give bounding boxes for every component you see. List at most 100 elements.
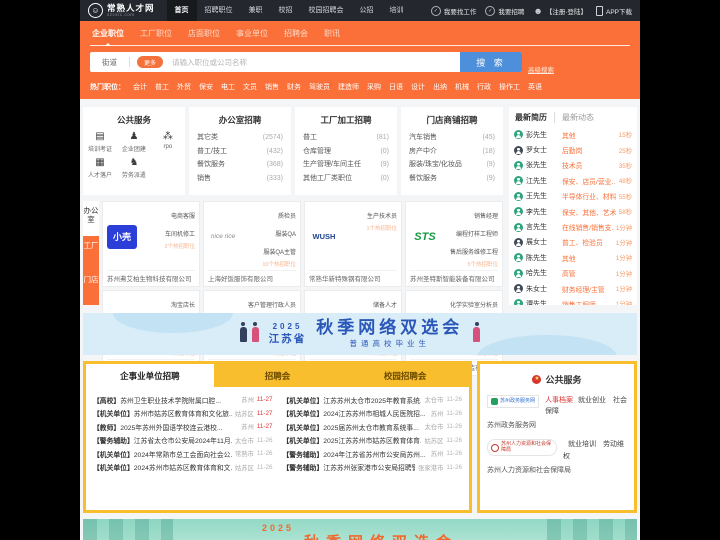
- news-link[interactable]: 【机关单位】2024苏州市姑苏区教育体育和文...: [93, 462, 232, 472]
- job-type-tab[interactable]: 事业单位: [236, 28, 268, 39]
- hot-job-link[interactable]: 文员: [243, 82, 257, 92]
- job-type-tab[interactable]: 职讯: [324, 28, 340, 39]
- resume-job-link[interactable]: 高管: [562, 268, 613, 278]
- resume-job-link[interactable]: 在线销售/销售支...: [562, 222, 613, 232]
- news-tab[interactable]: 企事业单位招聘: [86, 364, 214, 387]
- news-link[interactable]: 【机关单位】苏州市姑苏区教育体育和文化旅...: [93, 408, 232, 418]
- resume-tab[interactable]: 最新动态: [554, 112, 594, 123]
- job-type-tab[interactable]: 企业职位: [92, 28, 124, 46]
- service-item[interactable]: rpo: [151, 131, 185, 153]
- hot-job-link[interactable]: 操作工: [499, 82, 520, 92]
- topbar-nav-item[interactable]: 招聘职位: [197, 0, 241, 21]
- topbar-nav-item[interactable]: 兼职: [241, 0, 271, 21]
- job-type-tab[interactable]: 店面职位: [188, 28, 220, 39]
- news-link[interactable]: 【机关单位】2024江苏苏州市相城人民医院招...: [283, 408, 428, 418]
- topbar-nav-item[interactable]: 校招: [271, 0, 301, 21]
- service-item[interactable]: 劳务派遣: [117, 157, 151, 179]
- service-links[interactable]: 就业培训 劳动维权: [563, 441, 624, 459]
- company-card[interactable]: 小壳 电商客服 车间机修工 2个热招职位 苏州弗艾柏生物科技有限公司: [102, 201, 200, 287]
- news-row: 【机关单位】苏州市姑苏区教育体育和文化旅... 姑苏区 11-27: [93, 407, 273, 421]
- category-link[interactable]: 汽车销售: [409, 131, 437, 145]
- category-link[interactable]: 服装/珠宝/化妆品: [409, 158, 462, 172]
- category-link[interactable]: 销售: [197, 172, 211, 186]
- job-type-tab[interactable]: 工厂职位: [140, 28, 172, 39]
- category-link[interactable]: 普工/技工: [197, 145, 227, 159]
- topbar-action[interactable]: 【注册·登陆】: [533, 6, 587, 16]
- category-link[interactable]: 餐饮服务: [197, 158, 225, 172]
- hot-job-link[interactable]: 机械: [455, 82, 469, 92]
- resume-tab[interactable]: 最新简历: [515, 112, 547, 123]
- resume-job-link[interactable]: 保安、其他、艺术...: [562, 207, 616, 217]
- hot-job-link[interactable]: 英语: [528, 82, 542, 92]
- company-side-tab[interactable]: 工厂: [83, 235, 99, 271]
- autumn-fair-banner[interactable]: 2025 江苏省 秋季网络双选会 普通高校毕业生: [83, 313, 637, 355]
- company-card[interactable]: STS 销售经理 编程打样工程师 售后服务维修工程 5个热招职位 苏州圣特斯智能…: [405, 201, 503, 287]
- topbar-nav-item[interactable]: 培训: [382, 0, 412, 21]
- category-link[interactable]: 房产中介: [409, 145, 437, 159]
- advanced-search-link[interactable]: 高级搜索: [528, 64, 554, 74]
- site-logo[interactable]: ☺ 常熟人才网 szcsrc.com: [88, 3, 155, 18]
- search-button[interactable]: 搜 索: [460, 52, 522, 72]
- hot-job-link[interactable]: 建造师: [338, 82, 359, 92]
- topbar-action[interactable]: 我要招聘: [485, 5, 524, 16]
- job-type-tab[interactable]: 招聘会: [284, 28, 308, 39]
- hot-job-link[interactable]: 行政: [477, 82, 491, 92]
- topbar-action[interactable]: 我要找工作: [430, 5, 476, 16]
- more-button[interactable]: 更多: [137, 56, 164, 68]
- news-link[interactable]: 【高校】苏州卫生职业技术学院附属口腔...: [93, 395, 238, 405]
- company-card[interactable]: nice rice 质检员 服装QA 服装QA主管 10个热招职位 上海好饭服饰…: [203, 201, 301, 287]
- hot-job-link[interactable]: 外贸: [177, 82, 191, 92]
- service-item[interactable]: 人才落户: [83, 157, 117, 179]
- news-link[interactable]: 【教师】2025年苏州外国语学校连云港校...: [93, 422, 238, 432]
- topbar-nav-item[interactable]: 公招: [352, 0, 382, 21]
- resume-job-link[interactable]: 技术员: [562, 160, 616, 170]
- hot-job-link[interactable]: 电工: [221, 82, 235, 92]
- news-link[interactable]: 【警务辅助】江苏苏州张家港市公安局招聘警...: [283, 462, 416, 472]
- resume-job-link[interactable]: 其他: [562, 130, 616, 140]
- resume-job-link[interactable]: 半导体行业、材料...: [562, 191, 616, 201]
- category-link[interactable]: 普工: [303, 131, 317, 145]
- company-card[interactable]: WUSH 生产技术员 1个热招职位 常熟华新特殊钢有限公司: [304, 201, 402, 287]
- category-link[interactable]: 仓库管理: [303, 145, 331, 159]
- resume-job-link[interactable]: 财务经理/主管: [562, 284, 613, 294]
- category-link[interactable]: 其它类: [197, 131, 218, 145]
- topbar-action[interactable]: APP下载: [595, 5, 632, 16]
- search-input[interactable]: [170, 56, 460, 68]
- news-tab[interactable]: 校园招聘会: [341, 364, 469, 387]
- news-tab[interactable]: 招聘会: [214, 364, 342, 387]
- service-item[interactable]: 培训考证: [83, 131, 117, 153]
- hot-job-link[interactable]: 会计: [133, 82, 147, 92]
- company-side-tab[interactable]: 门店: [83, 270, 99, 306]
- hot-job-link[interactable]: 财务: [287, 82, 301, 92]
- news-link[interactable]: 【机关单位】2024年常熟市总工会面向社会公...: [93, 449, 232, 459]
- hot-job-link[interactable]: 销售: [265, 82, 279, 92]
- service-hot-link[interactable]: 人事档案: [545, 397, 573, 404]
- resume-name: 展女士: [526, 239, 547, 247]
- resume-job-link[interactable]: 销售工程师: [562, 299, 613, 305]
- resume-job-link[interactable]: 后勤岗: [562, 145, 616, 155]
- hot-job-link[interactable]: 保安: [199, 82, 213, 92]
- hot-job-link[interactable]: 设计: [411, 82, 425, 92]
- resume-job-link[interactable]: 普工、检验员: [562, 237, 613, 247]
- news-link[interactable]: 【机关单位】2025届苏州太仓市教育系统事...: [283, 422, 422, 432]
- resume-job-link[interactable]: 其他: [562, 253, 613, 263]
- service-item[interactable]: 企业团建: [117, 131, 151, 153]
- company-side-tab[interactable]: 办公室: [83, 201, 99, 236]
- category-link[interactable]: 其他工厂类职位: [303, 172, 352, 186]
- news-link[interactable]: 【警务辅助】江苏省太仓市公安局2024年11月...: [93, 435, 232, 445]
- hot-job-link[interactable]: 出纳: [433, 82, 447, 92]
- hot-job-link[interactable]: 日语: [389, 82, 403, 92]
- news-link[interactable]: 【警务辅助】2024年江苏省苏州市公安局苏州...: [283, 449, 428, 459]
- topbar-nav-item[interactable]: 校园招聘会: [301, 0, 352, 21]
- category-link[interactable]: 餐饮服务: [409, 172, 437, 186]
- hot-job-link[interactable]: 采购: [367, 82, 381, 92]
- category-link[interactable]: 生产管理/车间主任: [303, 158, 361, 172]
- location-select[interactable]: 街道: [90, 57, 129, 68]
- resume-job-link[interactable]: 保安、店员/营业...: [562, 176, 616, 186]
- hot-job-link[interactable]: 驾驶员: [309, 82, 330, 92]
- autumn-fair-banner-bottom[interactable]: 2025 秋季网络双选会: [83, 519, 637, 540]
- news-link[interactable]: 【机关单位】2025江苏苏州市姑苏区教育体育...: [283, 435, 422, 445]
- topbar-nav-item[interactable]: 首页: [166, 0, 197, 21]
- news-link[interactable]: 【机关单位】江苏苏州太仓市2025年教育系统...: [283, 395, 422, 405]
- hot-job-link[interactable]: 普工: [155, 82, 169, 92]
